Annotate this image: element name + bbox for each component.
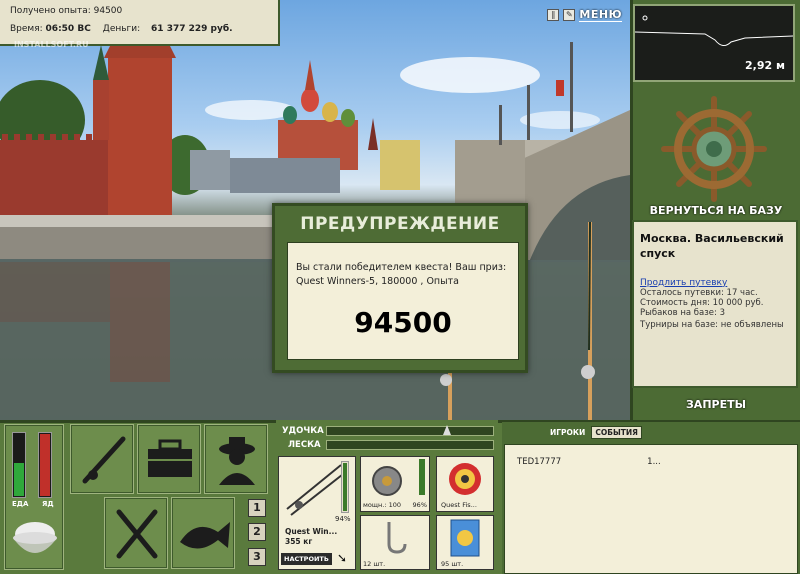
line-name: Quest Fis... [441, 501, 477, 509]
rod-wear-bar [341, 461, 349, 513]
food-label: ЕДА [12, 500, 29, 508]
reel-wear-bar [419, 459, 425, 495]
food-bowl-icon[interactable] [8, 510, 62, 566]
setup-button[interactable]: НАСТРОИТЬ [281, 553, 332, 565]
fish-tile[interactable] [171, 497, 235, 569]
poison-label: ЯД [42, 500, 54, 508]
tab-events[interactable]: СОБЫТИЯ [591, 426, 642, 439]
extend-permit-link[interactable]: Продлить путевку [640, 278, 727, 288]
anglers-count: Рыбаков на базе: 3 [640, 307, 725, 318]
fish-icon [180, 522, 230, 549]
rod-percent: 94% [335, 515, 351, 523]
tab-players[interactable]: ИГРОКИ [550, 428, 585, 437]
rod-name: Quest Win... [285, 527, 338, 536]
line-slot[interactable]: Quest Fis... [436, 456, 494, 512]
rod-tension-label: УДОЧКА [282, 426, 324, 436]
reel-percent: 96% [412, 501, 427, 509]
arrow-icon: ➘ [337, 551, 348, 565]
xp-label: Получено опыта: [10, 6, 91, 16]
poison-bar-fill [40, 434, 50, 496]
rod-tension-marker [443, 425, 451, 435]
xp-value: 94500 [93, 6, 123, 16]
rod-icon [82, 436, 126, 484]
eat-tile[interactable] [104, 497, 168, 569]
page-button-2[interactable]: 2 [248, 523, 266, 541]
top-menu: ‖ ✎ МЕНЮ [547, 8, 622, 22]
page-button-1[interactable]: 1 [248, 499, 266, 517]
depth-meter: 2,92 м [633, 4, 795, 82]
warning-dialog[interactable]: ПРЕДУПРЕЖДЕНИЕ Вы стали победителем квес… [272, 203, 528, 373]
pause-icon[interactable]: ‖ [547, 9, 560, 21]
dialog-value: 94500 [354, 305, 452, 339]
player-value: 1... [647, 457, 661, 467]
money-value: 61 377 229 руб. [151, 24, 233, 34]
depth-value: 2,92 м [745, 59, 785, 72]
line-tension-label: ЛЕСКА [288, 440, 321, 450]
bait-pack-icon [450, 519, 480, 557]
tournaments-info: Турниры на базе: не объявлены [640, 319, 784, 330]
poison-bar [38, 432, 52, 498]
fisherman-icon [219, 437, 255, 485]
location-info: Москва. Васильевский спуск Продлить путе… [632, 220, 798, 388]
money-label: Деньги: [102, 24, 141, 34]
watermark: INSTALLSOFT.RU [14, 40, 89, 49]
list-item: TED17777 1... [517, 457, 785, 467]
dialog-title: ПРЕДУПРЕЖДЕНИЕ [300, 214, 500, 234]
player-name: TED17777 [517, 457, 562, 467]
food-bar-fill [14, 462, 24, 496]
ship-wheel-icon[interactable] [660, 95, 768, 203]
reel-power: мощн.: 100 [363, 501, 401, 509]
tackle-box-tile[interactable] [137, 424, 201, 494]
rod-tension-bar [326, 425, 494, 436]
page-button-3[interactable]: 3 [248, 548, 266, 566]
rod-slot[interactable]: 94% Quest Win... 355 кг НАСТРОИТЬ ➘ [278, 456, 356, 570]
return-to-base-button[interactable]: ВЕРНУТЬСЯ НА БАЗУ [636, 204, 796, 217]
hook-slot[interactable]: 12 шт. [360, 515, 430, 570]
fisherman-tile[interactable] [204, 424, 268, 494]
wrench-icon[interactable]: ✎ [563, 9, 576, 21]
day-cost: Стоимость дня: 10 000 руб. [640, 297, 764, 308]
location-title: Москва. Васильевский спуск [640, 232, 784, 260]
rod-weight: 355 кг [285, 537, 313, 546]
time-value: 06:50 ВС [45, 24, 91, 34]
dialog-body: Вы стали победителем квеста! Ваш приз: Q… [287, 242, 519, 360]
chat-tabs: ИГРОКИ СОБЫТИЯ [550, 426, 642, 439]
hook-icon [387, 522, 407, 554]
food-bar [12, 432, 26, 498]
menu-button[interactable]: МЕНЮ [579, 8, 622, 22]
bait-slot[interactable]: 95 шт. [436, 515, 494, 570]
hook-count: 12 шт. [363, 560, 386, 568]
rod-tile[interactable] [70, 424, 134, 494]
events-list: TED17777 1... [504, 444, 798, 574]
fishing-line-spool-icon [449, 463, 481, 495]
reel-slot[interactable]: мощн.: 100 96% [360, 456, 430, 512]
tackle-box-icon [148, 439, 192, 477]
permit-remaining: Осталось путевки: 17 час. [640, 287, 758, 298]
fork-knife-icon [116, 509, 158, 559]
time-label: Время: [10, 24, 43, 34]
dialog-message: Вы стали победителем квеста! Ваш приз: Q… [296, 262, 507, 287]
reel-icon [372, 466, 402, 496]
bans-button[interactable]: ЗАПРЕТЫ [636, 398, 796, 411]
line-tension-bar [326, 440, 494, 450]
bait-count: 95 шт. [441, 560, 464, 568]
